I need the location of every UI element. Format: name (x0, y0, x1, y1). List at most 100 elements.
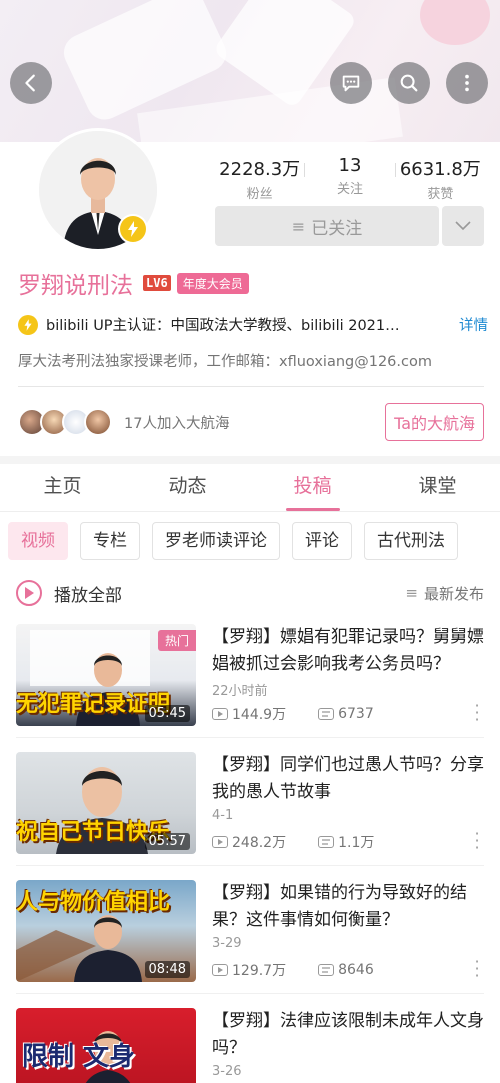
video-stats: 144.9万 6737 (212, 704, 406, 724)
video-stats: 248.2万 1.1万 (212, 832, 406, 852)
follow-dropdown-button[interactable] (442, 206, 484, 246)
more-vertical-icon (465, 74, 469, 92)
stat-following[interactable]: 13 关注 (305, 155, 394, 202)
tab-classroom[interactable]: 课堂 (375, 464, 500, 511)
list-header: 播放全部 ≡ 最新发布 (16, 576, 484, 610)
followed-button[interactable]: ≡ 已关注 (215, 206, 439, 246)
video-time: 3-26 (212, 1064, 242, 1079)
chip-articles[interactable]: 专栏 (80, 522, 140, 560)
video-thumbnail[interactable]: 限制 文身 (16, 1008, 196, 1083)
video-item[interactable]: 热门 无犯罪记录证明 05:45 【罗翔】嫖娼有犯罪记录吗？舅舅嫖娼被抓过会影响… (16, 624, 486, 728)
video-stats: 129.7万 8646 (212, 960, 406, 980)
view-count: 248.2万 (232, 835, 287, 851)
level-badge: LV6 (143, 275, 171, 291)
certification-row[interactable]: bilibili UP主认证：中国政法大学教授、bilibili 2021… 详… (18, 314, 488, 335)
video-title[interactable]: 【罗翔】嫖娼有犯罪记录吗？舅舅嫖娼被抓过会影响我考公务员吗？ (212, 624, 484, 678)
video-time: 22小时前 (212, 684, 268, 699)
more-vertical-icon[interactable]: · · · (474, 826, 480, 856)
lightning-icon (18, 314, 38, 335)
section-gap (0, 456, 500, 464)
sort-label: 最新发布 (423, 584, 484, 603)
chevron-down-icon (455, 221, 471, 231)
lightning-icon (128, 221, 138, 237)
banner-decoration (420, 0, 490, 45)
divider (16, 865, 484, 866)
video-item[interactable]: 限制 文身 【罗翔】法律应该限制未成年人文身吗？ 3-26 (16, 1008, 486, 1083)
thumbnail-caption: 人与物价值相比 (16, 890, 171, 915)
hot-badge: 热门 (157, 630, 196, 651)
chevron-left-icon (25, 74, 35, 92)
divider (16, 993, 484, 994)
certification-detail-link[interactable]: 详情 (459, 314, 488, 335)
tab-home[interactable]: 主页 (0, 464, 125, 511)
video-thumbnail[interactable]: 祝自己节日快乐 05:57 (16, 752, 196, 854)
name-row: 罗翔说刑法 LV6 年度大会员 (18, 266, 249, 300)
stat-label: 获赞 (427, 187, 454, 202)
stat-fans[interactable]: 2228.3万 粉丝 (215, 155, 304, 202)
vip-badge[interactable]: 年度大会员 (176, 272, 249, 294)
back-button[interactable] (10, 62, 52, 104)
divider (16, 737, 484, 738)
fleet-count: 17人加入大航海 (124, 415, 230, 432)
chip-reads-comments[interactable]: 罗老师读评论 (152, 522, 280, 560)
video-time: 4-1 (212, 808, 234, 823)
danmaku-count: 1.1万 (338, 835, 375, 851)
stat-value: 2228.3万 (219, 159, 301, 180)
fleet-button[interactable]: Ta的大航海 (385, 403, 484, 441)
view-count: 144.9万 (232, 707, 287, 723)
sort-icon: ≡ (405, 584, 418, 602)
play-all-icon[interactable] (16, 580, 42, 606)
search-button[interactable] (388, 62, 430, 104)
video-duration: 05:45 (144, 705, 190, 722)
tab-dynamic[interactable]: 动态 (125, 464, 250, 511)
video-time: 3-29 (212, 936, 242, 951)
danmaku-icon (318, 964, 335, 976)
video-thumbnail[interactable]: 热门 无犯罪记录证明 05:45 (16, 624, 196, 726)
more-vertical-icon[interactable]: · · · (474, 954, 480, 984)
stat-label: 粉丝 (246, 187, 273, 202)
more-button[interactable] (446, 62, 488, 104)
chip-comments[interactable]: 评论 (292, 522, 352, 560)
thumbnail-caption: 限制 文身 (22, 1042, 136, 1072)
chip-videos[interactable]: 视频 (8, 522, 68, 560)
stat-value: 13 (338, 155, 362, 176)
fleet-row: 17人加入大航海 Ta的大航海 (18, 403, 484, 441)
message-button[interactable] (330, 62, 372, 104)
play-count-icon (212, 836, 228, 848)
play-all-button[interactable]: 播放全部 (54, 581, 122, 606)
fleet-member-avatars[interactable] (18, 408, 112, 436)
video-thumbnail[interactable]: 人与物价值相比 08:48 (16, 880, 196, 982)
danmaku-count: 6737 (338, 706, 374, 722)
search-icon (400, 74, 418, 92)
chat-icon (342, 75, 360, 92)
tab-uploads[interactable]: 投稿 (250, 464, 375, 511)
danmaku-icon (318, 708, 335, 720)
chip-ancient-criminal-law[interactable]: 古代刑法 (364, 522, 458, 560)
menu-lines-icon: ≡ (291, 216, 306, 236)
avatar (84, 408, 112, 436)
video-title[interactable]: 【罗翔】法律应该限制未成年人文身吗？ (212, 1008, 484, 1062)
divider (18, 386, 484, 387)
video-title[interactable]: 【罗翔】如果错的行为导致好的结果？这件事情如何衡量？ (212, 880, 484, 934)
certification-text: bilibili UP主认证：中国政法大学教授、bilibili 2021… (46, 318, 400, 334)
danmaku-icon (318, 836, 335, 848)
stat-likes[interactable]: 6631.8万 获赞 (396, 155, 485, 202)
video-title[interactable]: 【罗翔】同学们也过愚人节吗？分享我的愚人节故事 (212, 752, 484, 806)
profile-stats: 2228.3万 粉丝 13 关注 6631.8万 获赞 (215, 155, 485, 202)
video-item[interactable]: 人与物价值相比 08:48 【罗翔】如果错的行为导致好的结果？这件事情如何衡量？… (16, 880, 486, 984)
play-count-icon (212, 708, 228, 720)
followed-label: 已关注 (311, 218, 363, 239)
play-count-icon (212, 964, 228, 976)
user-signature: 厚大法考刑法独家授课老师，工作邮箱：xfluoxiang@126.com (18, 354, 432, 370)
sort-selector[interactable]: ≡ 最新发布 (405, 583, 484, 604)
profile-tabs: 主页 动态 投稿 课堂 (0, 464, 500, 512)
view-count: 129.7万 (232, 963, 287, 979)
stat-label: 关注 (336, 182, 363, 197)
stat-value: 6631.8万 (399, 159, 481, 180)
user-name: 罗翔说刑法 (18, 273, 133, 299)
video-duration: 05:57 (144, 833, 190, 850)
more-vertical-icon[interactable]: · · · (474, 698, 480, 728)
video-item[interactable]: 祝自己节日快乐 05:57 【罗翔】同学们也过愚人节吗？分享我的愚人节故事 4-… (16, 752, 486, 856)
video-duration: 08:48 (144, 961, 190, 978)
upload-category-chips: 视频 专栏 罗老师读评论 评论 古代刑法 (8, 522, 500, 562)
